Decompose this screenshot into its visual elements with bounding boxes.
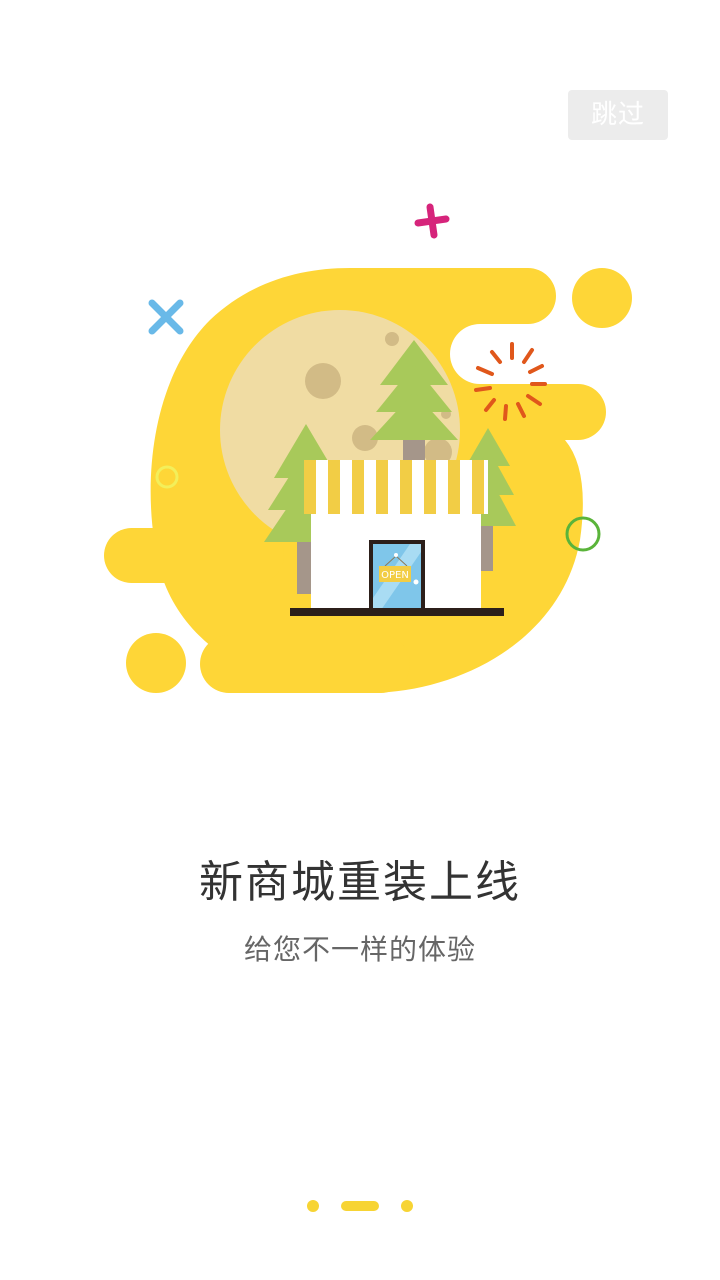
onboarding-subtitle: 给您不一样的体验 xyxy=(243,933,476,966)
onboarding-title: 新商城重装上线 xyxy=(199,857,521,908)
awning xyxy=(304,460,488,514)
plus-mark-icon xyxy=(414,203,450,239)
page-dot-3[interactable] xyxy=(401,1200,413,1212)
open-sign: OPEN xyxy=(379,566,411,582)
x-mark-icon xyxy=(148,299,184,335)
open-sign-text: OPEN xyxy=(381,570,409,581)
shop-building: OPEN xyxy=(290,460,504,616)
page-dot-2-active[interactable] xyxy=(341,1201,379,1211)
shop-illustration: OPEN xyxy=(104,203,632,693)
page-dot-1[interactable] xyxy=(307,1200,319,1212)
skip-button[interactable]: 跳过 xyxy=(568,90,668,140)
page-indicator xyxy=(0,1199,720,1213)
